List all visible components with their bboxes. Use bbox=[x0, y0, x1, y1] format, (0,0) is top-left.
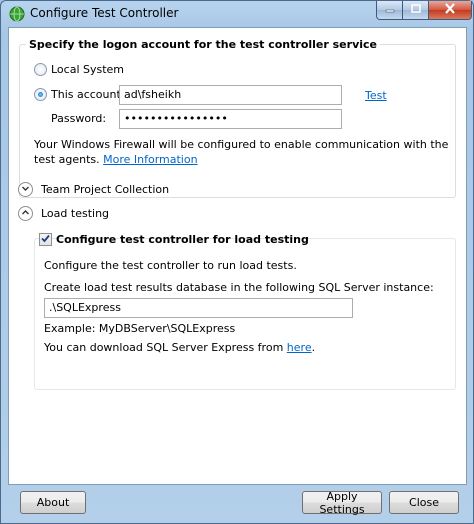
download-text: You can download SQL Server Express from… bbox=[44, 341, 315, 354]
more-information-link[interactable]: More Information bbox=[103, 153, 197, 166]
about-button[interactable]: About bbox=[20, 491, 86, 514]
this-account-radio[interactable] bbox=[34, 88, 47, 101]
download-text-prefix: You can download SQL Server Express from bbox=[44, 341, 284, 354]
close-button[interactable]: Close bbox=[389, 491, 459, 514]
load-testing-label[interactable]: Load testing bbox=[41, 207, 109, 220]
team-project-label[interactable]: Team Project Collection bbox=[41, 183, 169, 196]
load-testing-expander[interactable] bbox=[18, 206, 33, 221]
title-bar[interactable]: Configure Test Controller bbox=[1, 1, 473, 27]
load-testing-checkbox[interactable] bbox=[39, 233, 52, 246]
load-testing-description: Configure the test controller to run loa… bbox=[44, 259, 297, 272]
sql-instance-field[interactable]: .\SQLExpress bbox=[44, 298, 353, 318]
firewall-text: Your Windows Firewall will be configured… bbox=[34, 138, 449, 151]
database-label: Create load test results database in the… bbox=[44, 281, 434, 294]
green-globe-icon bbox=[9, 6, 25, 22]
dialog-content: Specify the logon account for the test c… bbox=[8, 27, 467, 485]
maximize-icon bbox=[410, 3, 421, 17]
logon-group-title: Specify the logon account for the test c… bbox=[26, 38, 380, 51]
this-account-label[interactable]: This account: bbox=[51, 88, 125, 101]
firewall-text-line2-prefix: test agents. bbox=[34, 153, 100, 166]
dialog-window: Configure Test Controller Specify the lo… bbox=[0, 0, 474, 524]
checkmark-icon bbox=[40, 233, 51, 247]
local-system-radio[interactable] bbox=[34, 63, 47, 76]
maximize-button[interactable] bbox=[402, 1, 429, 20]
example-text: Example: MyDBServer\SQLExpress bbox=[44, 322, 236, 335]
dialog-footer: About Apply Settings Close bbox=[8, 485, 467, 519]
close-icon bbox=[444, 3, 456, 17]
account-field[interactable]: ad\fsheikh bbox=[119, 85, 342, 105]
chevron-down-icon bbox=[21, 183, 30, 196]
chevron-up-icon bbox=[21, 207, 30, 220]
password-label: Password: bbox=[51, 112, 107, 125]
here-link[interactable]: here bbox=[287, 341, 312, 354]
load-testing-checkbox-label[interactable]: Configure test controller for load testi… bbox=[56, 233, 309, 246]
minimize-button[interactable] bbox=[376, 1, 403, 20]
test-link[interactable]: Test bbox=[365, 89, 387, 102]
window-title: Configure Test Controller bbox=[30, 6, 179, 20]
close-window-button[interactable] bbox=[428, 1, 472, 20]
local-system-label[interactable]: Local System bbox=[51, 63, 124, 76]
password-field[interactable]: •••••••••••••••• bbox=[119, 109, 342, 129]
apply-settings-button[interactable]: Apply Settings bbox=[302, 490, 382, 516]
team-project-expander[interactable] bbox=[18, 182, 33, 197]
minimize-icon bbox=[385, 4, 395, 17]
download-text-suffix: . bbox=[311, 341, 316, 354]
firewall-text-line2: test agents. More Information bbox=[34, 153, 198, 166]
